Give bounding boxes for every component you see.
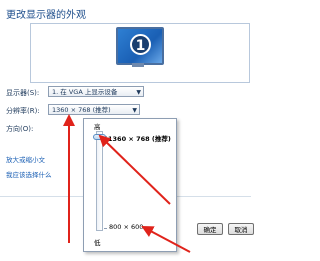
arrow-to-slider-thumb [98, 134, 171, 205]
annotation-arrows [63, 114, 191, 253]
arrow-to-bottom-resolution [141, 226, 191, 253]
